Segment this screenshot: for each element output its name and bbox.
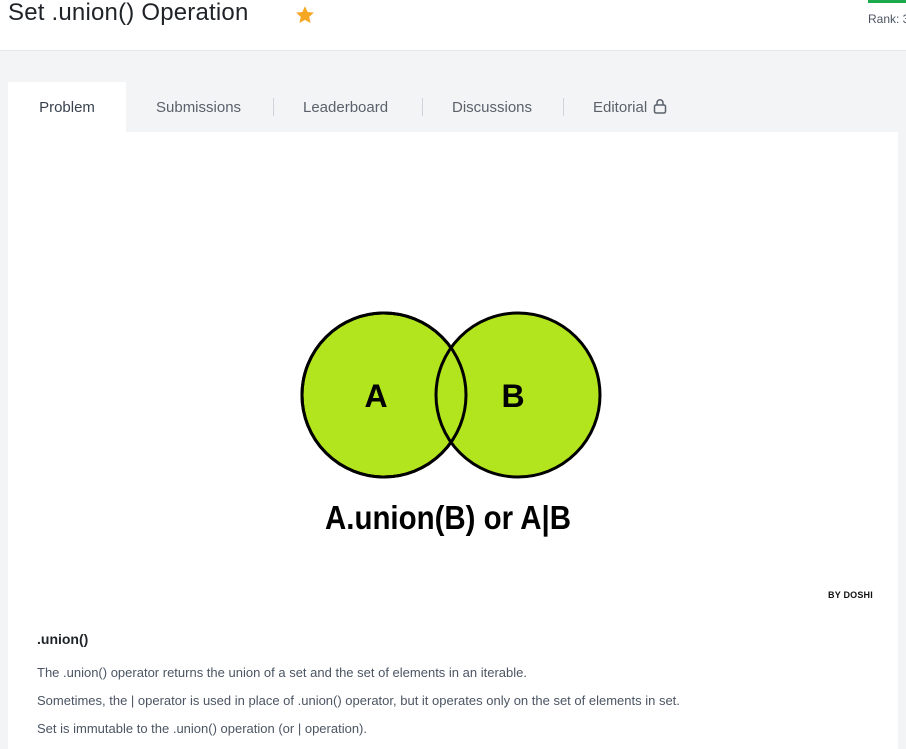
star-icon[interactable] <box>294 4 316 26</box>
diagram-caption: A.union(B) or A|B <box>325 499 571 536</box>
problem-paragraph: The .union() operator returns the union … <box>37 665 527 680</box>
tab-label: Editorial <box>593 99 648 116</box>
tab-submissions[interactable]: Submissions <box>156 82 241 132</box>
tab-label: Submissions <box>156 99 242 116</box>
section-heading: .union() <box>37 631 89 647</box>
tab-divider <box>563 98 564 116</box>
problem-tabs: Problem Submissions Leaderboard Discussi… <box>8 82 898 132</box>
venn-diagram: A B A.union(B) or A|B <box>300 311 602 536</box>
top-header: Set .union() Operation Rank: 3 <box>0 0 906 51</box>
problem-paragraph: Sometimes, the | operator is used in pla… <box>37 693 680 708</box>
tab-editorial[interactable]: Editorial <box>593 82 667 132</box>
tab-label: Problem <box>39 99 95 116</box>
rank-accent-bar <box>868 0 906 3</box>
tab-leaderboard[interactable]: Leaderboard <box>303 82 388 132</box>
tab-divider <box>273 98 274 116</box>
tab-label: Leaderboard <box>303 99 389 116</box>
diagram-credit: BY DOSHI <box>828 590 873 600</box>
rank-label: Rank: 3 <box>868 12 906 26</box>
page-title: Set .union() Operation <box>8 0 249 26</box>
tab-discussions[interactable]: Discussions <box>452 82 532 132</box>
tab-divider <box>422 98 423 116</box>
tab-label: Discussions <box>452 99 533 116</box>
problem-paragraph: Set is immutable to the .union() operati… <box>37 721 367 736</box>
lock-icon <box>654 99 667 114</box>
tab-problem[interactable]: Problem <box>8 82 126 132</box>
set-a-label: A <box>364 378 387 414</box>
set-b-label: B <box>501 378 524 414</box>
problem-content: A B A.union(B) or A|B BY DOSHI .union() … <box>8 132 898 749</box>
